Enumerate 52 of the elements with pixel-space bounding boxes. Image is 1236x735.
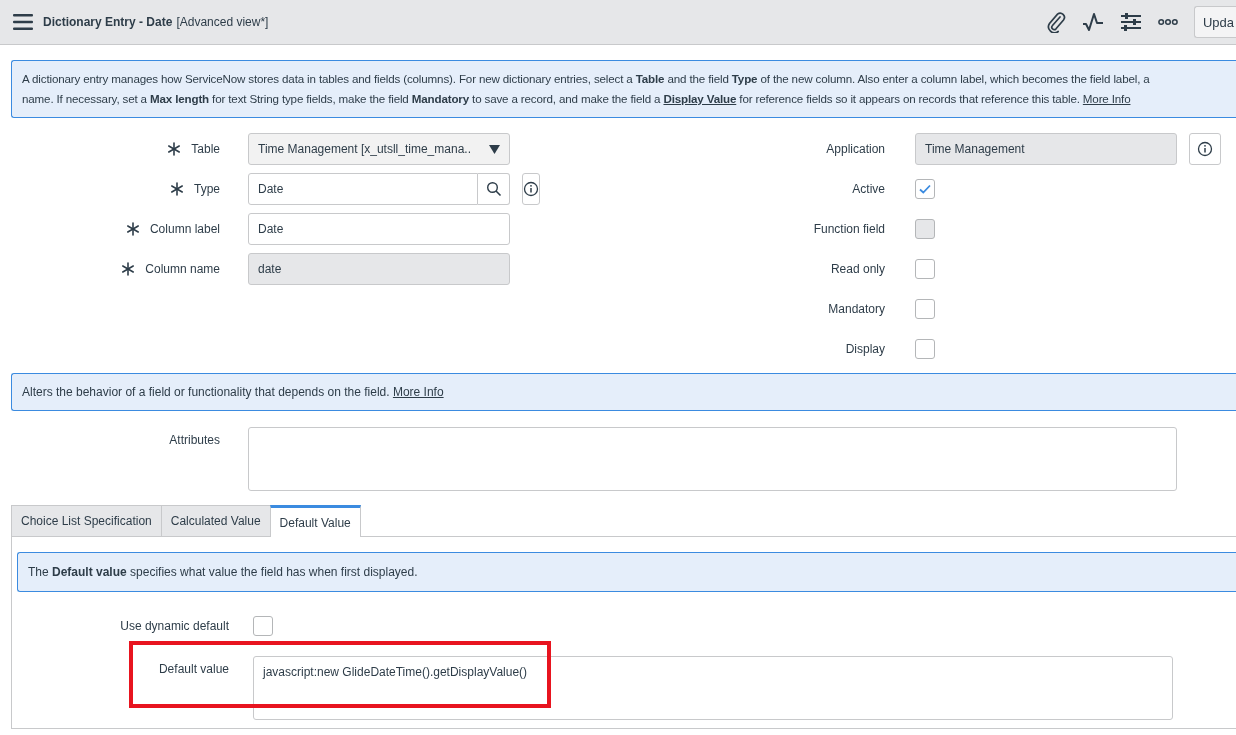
field-label: Application bbox=[826, 142, 885, 156]
tab[interactable]: Calculated Value bbox=[160, 505, 271, 536]
page-title: Dictionary Entry - Date bbox=[43, 15, 173, 29]
search-button[interactable] bbox=[478, 173, 510, 205]
field-label: Mandatory bbox=[828, 302, 885, 316]
checkbox[interactable] bbox=[915, 259, 935, 279]
info-text: The Default value specifies what value the field has when first displayed. bbox=[28, 565, 418, 579]
more-icon[interactable] bbox=[1157, 18, 1178, 26]
field-label: Attributes bbox=[169, 433, 220, 447]
activity-icon[interactable] bbox=[1081, 12, 1104, 32]
attributes-field[interactable] bbox=[248, 427, 1177, 491]
check-icon bbox=[919, 184, 931, 194]
field-label: Table bbox=[191, 142, 220, 156]
checkbox[interactable] bbox=[915, 339, 935, 359]
info-link[interactable]: More Info bbox=[392, 385, 444, 399]
tab[interactable]: Choice List Specification bbox=[11, 505, 162, 536]
field-label: Column name bbox=[145, 262, 220, 276]
info-text: A dictionary entry manages how ServiceNow stores data in tables and fields (columns). For new dictionary entries, select a Table and the field Type of the new column. Also enter a column label, which becomes the field label, a bbox=[22, 71, 1151, 87]
column-label-field[interactable]: Date bbox=[248, 213, 510, 245]
checkbox[interactable] bbox=[915, 299, 935, 319]
application-field[interactable]: Time Management bbox=[915, 133, 1177, 165]
update-button[interactable]: Upda bbox=[1193, 6, 1236, 38]
field-label: Default value bbox=[158, 662, 229, 676]
info-text: Alters the behavior of a field or functionality that depends on the field. More Info bbox=[22, 385, 444, 399]
field-label: Use dynamic default bbox=[120, 619, 229, 633]
info-link[interactable]: More Info bbox=[1082, 92, 1131, 105]
info-link[interactable]: Display Value bbox=[663, 92, 737, 105]
tab[interactable]: Default Value bbox=[269, 505, 361, 537]
type-field[interactable]: Date bbox=[248, 173, 478, 205]
sliders-icon[interactable] bbox=[1119, 12, 1142, 32]
caret-icon bbox=[489, 144, 500, 154]
field-label: Active bbox=[852, 182, 885, 196]
column-name-field[interactable]: date bbox=[248, 253, 510, 285]
field-label: Type bbox=[194, 182, 220, 196]
paperclip-icon[interactable] bbox=[1045, 11, 1066, 33]
search-icon bbox=[485, 181, 502, 197]
menu-icon[interactable] bbox=[13, 14, 33, 30]
info-icon bbox=[523, 181, 539, 197]
info-button[interactable] bbox=[522, 173, 540, 205]
info-icon bbox=[1197, 141, 1213, 157]
info-text: name. If necessary, set a Max length for text String type fields, make the field Mandatory to save a record, and make the field a Display Value for reference fields so it appears on records that reference this table. More Info bbox=[22, 91, 1132, 107]
field-label: Function field bbox=[813, 222, 885, 236]
select-value: Time Management [x_utsll_time_mana.. bbox=[258, 142, 471, 156]
default-value-field[interactable]: javascript:new GlideDateTime().getDisplayValue() bbox=[253, 656, 1173, 720]
info-button[interactable] bbox=[1189, 133, 1221, 165]
table-select[interactable]: Time Management [x_utsll_time_mana.. bbox=[248, 133, 510, 165]
view-label: [Advanced view*] bbox=[176, 15, 269, 29]
field-label: Column label bbox=[149, 222, 220, 236]
checkbox[interactable] bbox=[915, 179, 935, 199]
field-label: Read only bbox=[830, 262, 885, 276]
field-label: Display bbox=[845, 342, 885, 356]
checkbox[interactable] bbox=[253, 616, 273, 636]
